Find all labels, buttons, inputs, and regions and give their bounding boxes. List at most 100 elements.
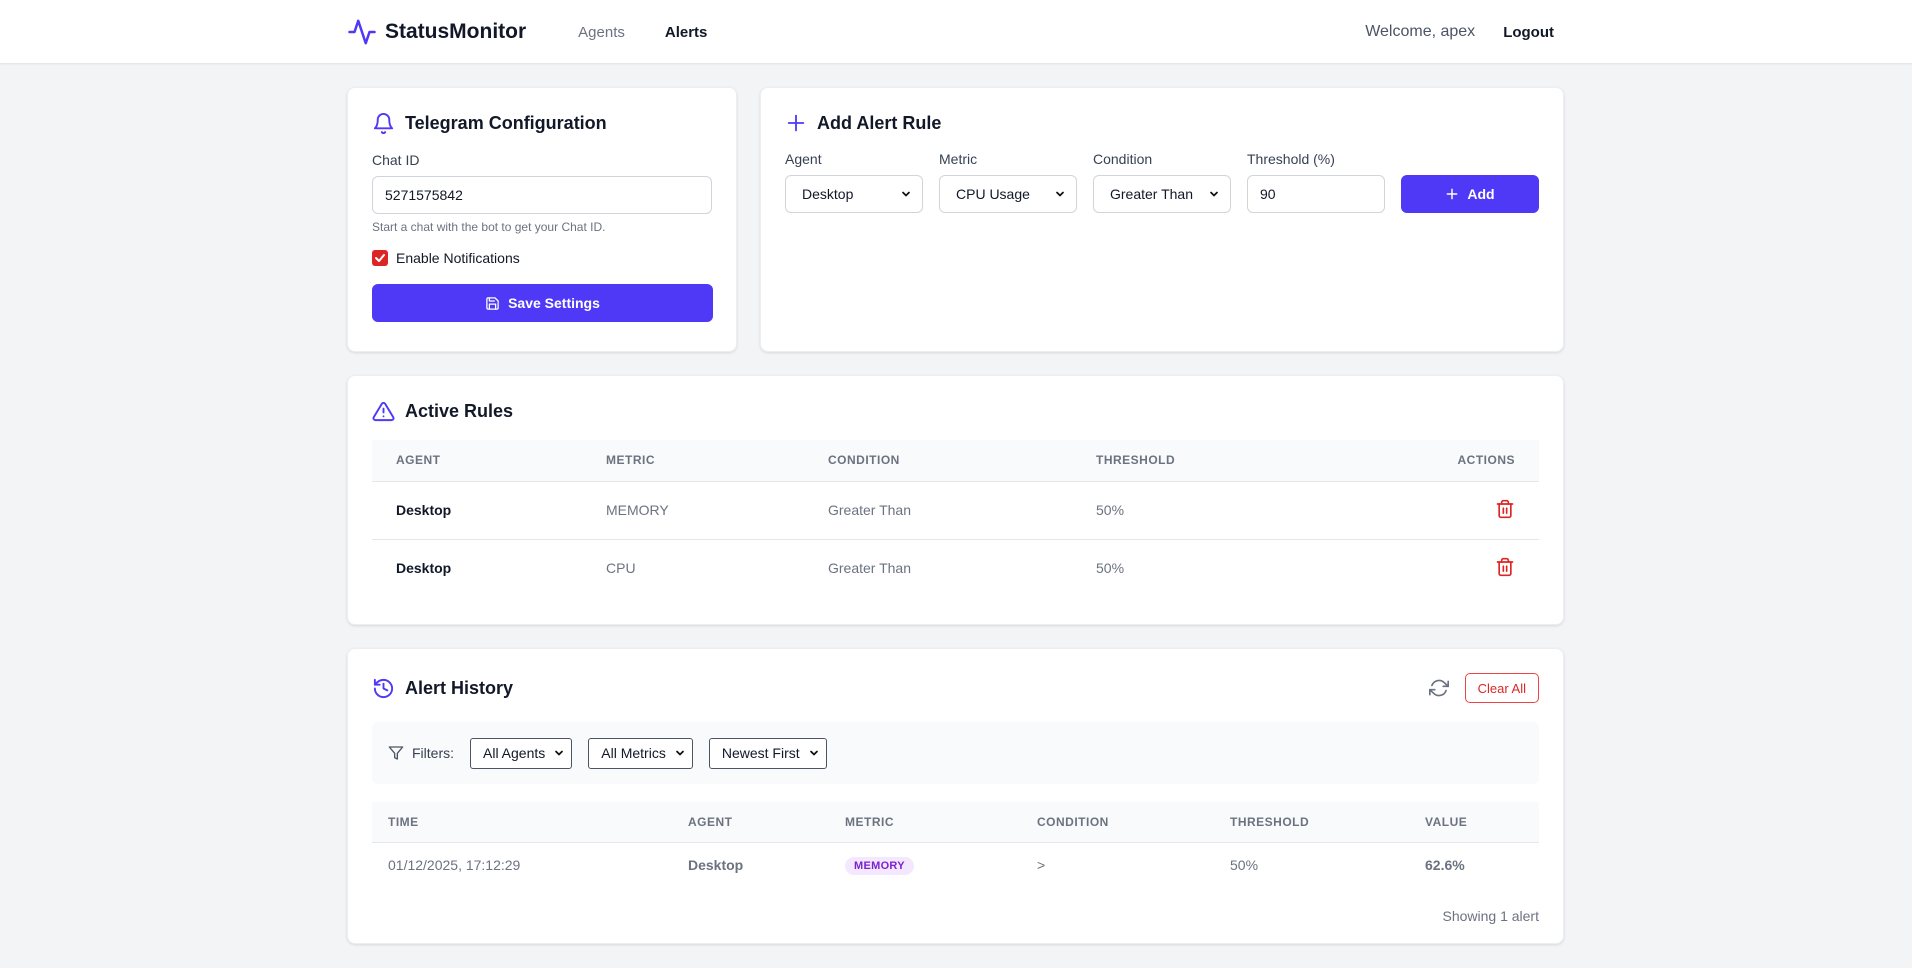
top-navbar: StatusMonitor Agents Alerts Welcome, ape…: [0, 0, 1912, 64]
column-header-metric: METRIC: [845, 814, 894, 829]
showing-count: Showing 1 alert: [1442, 908, 1539, 924]
bell-icon: [372, 112, 395, 135]
metric-select[interactable]: CPU Usage: [939, 175, 1077, 213]
activity-icon: [347, 17, 377, 47]
column-header-metric: METRIC: [606, 453, 655, 468]
metric-select-value: CPU Usage: [956, 186, 1030, 202]
rule-threshold: 50%: [1096, 560, 1125, 577]
rule-agent: Desktop: [396, 560, 452, 577]
history-icon: [372, 677, 395, 700]
rule-metric: CPU: [606, 560, 636, 577]
metric-label: Metric: [939, 151, 978, 167]
column-header-threshold: THRESHOLD: [1230, 814, 1310, 829]
chat-id-label: Chat ID: [372, 152, 420, 168]
plus-icon: [1445, 187, 1459, 201]
sort-value: Newest First: [721, 745, 800, 761]
chevron-down-icon: [1208, 188, 1220, 200]
alert-triangle-icon: [372, 400, 395, 423]
column-header-time: TIME: [388, 814, 419, 829]
add-rule-label: Add: [1467, 186, 1495, 202]
rule-condition: Greater Than: [828, 560, 912, 577]
nav-agents[interactable]: Agents: [578, 24, 625, 41]
card-title: Telegram Configuration: [372, 112, 712, 135]
filter-icon: [388, 745, 404, 761]
trash-icon: [1495, 557, 1515, 577]
brand[interactable]: StatusMonitor: [347, 17, 526, 47]
card-title: Active Rules: [372, 400, 1539, 423]
refresh-button[interactable]: [1428, 678, 1449, 698]
alert-history-card: Alert History Clear All Filters: All Age…: [347, 648, 1564, 944]
metric-filter-select[interactable]: All Metrics: [588, 737, 693, 769]
table-row: 01/12/2025, 17:12:29 Desktop MEMORY > 50…: [372, 842, 1539, 888]
chevron-down-icon: [553, 747, 565, 759]
agent-filter-value: All Agents: [483, 745, 546, 761]
rule-metric: MEMORY: [606, 502, 669, 518]
enable-notifications-label: Enable Notifications: [396, 250, 520, 266]
chat-id-input[interactable]: [372, 176, 712, 214]
alert-condition: >: [1037, 857, 1046, 874]
column-header-condition: CONDITION: [1037, 814, 1109, 829]
sort-select[interactable]: Newest First: [708, 737, 827, 769]
alert-history-table: TIME AGENT METRIC CONDITION THRESHOLD VA…: [372, 802, 1539, 888]
card-title: Alert History: [372, 677, 513, 700]
delete-rule-button[interactable]: [1495, 499, 1515, 519]
active-rules-card: Active Rules AGENT METRIC CONDITION THRE…: [347, 375, 1564, 625]
alert-threshold: 50%: [1230, 857, 1259, 874]
rule-condition: Greater Than: [828, 502, 912, 518]
column-header-condition: CONDITION: [828, 453, 900, 468]
enable-notifications-checkbox[interactable]: [372, 250, 388, 266]
telegram-config-card: Telegram Configuration Chat ID Start a c…: [347, 87, 737, 352]
chevron-down-icon: [1054, 188, 1066, 200]
condition-select[interactable]: Greater Than: [1093, 175, 1231, 213]
chevron-down-icon: [808, 747, 820, 759]
table-row: Desktop MEMORY Greater Than 50%: [372, 481, 1539, 539]
metric-badge: MEMORY: [845, 856, 914, 875]
chevron-down-icon: [900, 188, 912, 200]
trash-icon: [1495, 499, 1515, 519]
column-header-threshold: THRESHOLD: [1096, 453, 1176, 468]
clear-all-button[interactable]: Clear All: [1464, 673, 1539, 703]
brand-name: StatusMonitor: [385, 20, 527, 43]
threshold-input[interactable]: [1247, 175, 1385, 213]
delete-rule-button[interactable]: [1495, 557, 1515, 577]
main-nav: Agents Alerts: [578, 24, 707, 41]
alert-time: 01/12/2025, 17:12:29: [388, 857, 521, 874]
condition-label: Condition: [1093, 151, 1153, 167]
filters-label-group: Filters:: [388, 745, 454, 761]
nav-alerts[interactable]: Alerts: [665, 24, 708, 41]
chat-id-hint: Start a chat with the bot to get your Ch…: [372, 220, 606, 234]
save-settings-button[interactable]: Save Settings: [372, 284, 713, 322]
alert-value: 62.6%: [1425, 857, 1465, 874]
refresh-icon: [1428, 678, 1449, 698]
metric-filter-value: All Metrics: [601, 745, 666, 761]
column-header-agent: AGENT: [396, 453, 441, 468]
column-header-value: VALUE: [1425, 814, 1468, 829]
rule-agent: Desktop: [396, 502, 452, 518]
telegram-title: Telegram Configuration: [405, 113, 607, 133]
active-rules-title: Active Rules: [405, 401, 514, 421]
filters-bar: Filters: All Agents All Metrics Newest F…: [372, 722, 1539, 784]
alert-agent: Desktop: [688, 857, 744, 874]
add-rule-button[interactable]: Add: [1401, 175, 1539, 213]
column-header-actions: ACTIONS: [1457, 453, 1515, 468]
add-rule-title: Add Alert Rule: [817, 112, 942, 133]
filters-label: Filters:: [412, 745, 454, 761]
column-header-agent: AGENT: [688, 814, 733, 829]
card-title: Add Alert Rule: [785, 112, 1539, 134]
save-settings-label: Save Settings: [508, 295, 600, 311]
table-row: Desktop CPU Greater Than 50%: [372, 539, 1539, 597]
rule-threshold: 50%: [1096, 502, 1125, 518]
add-alert-rule-card: Add Alert Rule Agent Desktop Metric CPU …: [760, 87, 1564, 352]
agent-label: Agent: [785, 151, 822, 167]
logout-button[interactable]: Logout: [1503, 24, 1554, 41]
agent-filter-select[interactable]: All Agents: [470, 737, 573, 769]
condition-select-value: Greater Than: [1110, 186, 1194, 202]
save-icon: [485, 296, 500, 311]
plus-icon: [785, 112, 807, 134]
agent-select-value: Desktop: [802, 186, 854, 202]
agent-select[interactable]: Desktop: [785, 175, 923, 213]
threshold-label: Threshold (%): [1247, 151, 1335, 167]
active-rules-table: AGENT METRIC CONDITION THRESHOLD ACTIONS…: [372, 440, 1539, 597]
welcome-text: Welcome, apex: [1365, 23, 1476, 40]
chevron-down-icon: [674, 747, 686, 759]
